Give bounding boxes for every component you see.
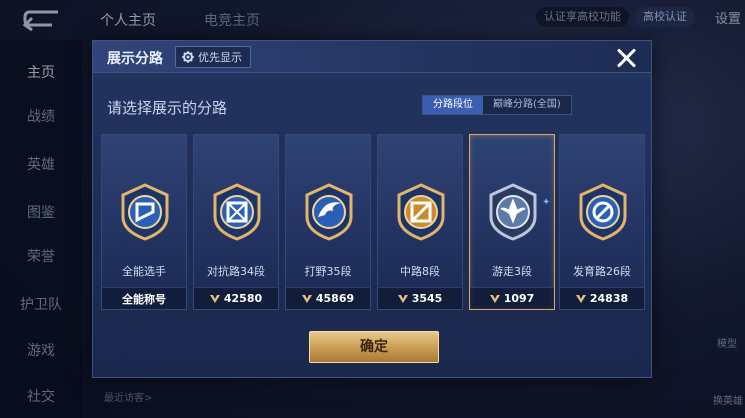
lane-card-clash[interactable]: 对抗路34段 42580	[193, 134, 279, 310]
battle-power-icon	[209, 294, 220, 303]
priority-display-button[interactable]: 优先显示	[175, 46, 251, 68]
lane-name: 发育路26段	[573, 265, 631, 278]
lane-card-jungle[interactable]: 打野35段 45869	[285, 134, 371, 310]
sparkle-icon: ✦	[542, 197, 551, 208]
display-lane-dialog: 展示分路 优先显示 请选择展示的分路 分路段位 巅峰分路(全国) 全能选手 全能…	[92, 40, 652, 378]
lane-score: 24838	[560, 287, 644, 309]
lane-card-all-round[interactable]: 全能选手 全能称号	[101, 134, 187, 310]
all-round-emblem-icon	[121, 183, 169, 241]
priority-display-label: 优先显示	[198, 51, 242, 64]
dialog-title: 展示分路	[107, 51, 163, 67]
lane-name: 游走3段	[492, 265, 532, 278]
select-lane-prompt: 请选择展示的分路	[107, 99, 228, 117]
battle-power-icon	[575, 294, 586, 303]
lane-card-list: 全能选手 全能称号 对抗路34段 42580 打野35段 45869 中路8段 …	[101, 134, 645, 310]
battle-power-icon	[489, 294, 500, 303]
lane-score-value: 45869	[315, 292, 355, 305]
lane-score: 3545	[378, 287, 462, 309]
confirm-button[interactable]: 确定	[309, 331, 439, 363]
roam-emblem-icon	[489, 183, 537, 241]
lane-score-value: 24838	[589, 292, 629, 305]
lane-name: 打野35段	[304, 265, 352, 278]
lane-tab-switch: 分路段位 巅峰分路(全国)	[422, 95, 572, 115]
lane-name: 全能选手	[122, 265, 166, 278]
lane-score-value: 42580	[223, 292, 263, 305]
lane-score: 1097	[470, 287, 554, 309]
lane-score: 42580	[194, 287, 278, 309]
lane-score: 全能称号	[102, 287, 186, 309]
jungle-emblem-icon	[305, 183, 353, 241]
lane-card-farm[interactable]: 发育路26段 24838	[559, 134, 645, 310]
battle-power-icon	[301, 294, 312, 303]
lane-score-value: 3545	[411, 292, 443, 305]
close-icon[interactable]	[615, 47, 637, 69]
mid-lane-emblem-icon	[397, 183, 445, 241]
lane-name: 中路8段	[400, 265, 440, 278]
lane-card-mid[interactable]: 中路8段 3545	[377, 134, 463, 310]
farm-lane-emblem-icon	[579, 183, 627, 241]
dialog-header: 展示分路 优先显示	[93, 41, 651, 73]
lane-score-value: 全能称号	[122, 292, 166, 306]
gear-icon	[182, 51, 194, 63]
tab-lane-rank[interactable]: 分路段位	[423, 96, 483, 114]
battle-power-icon	[397, 294, 408, 303]
lane-score-value: 1097	[503, 292, 535, 305]
tab-peak-lane-national[interactable]: 巅峰分路(全国)	[483, 96, 571, 114]
clash-lane-emblem-icon	[213, 183, 261, 241]
lane-card-roam[interactable]: ✦ 游走3段 1097	[469, 134, 555, 310]
lane-score: 45869	[286, 287, 370, 309]
lane-name: 对抗路34段	[207, 265, 265, 278]
